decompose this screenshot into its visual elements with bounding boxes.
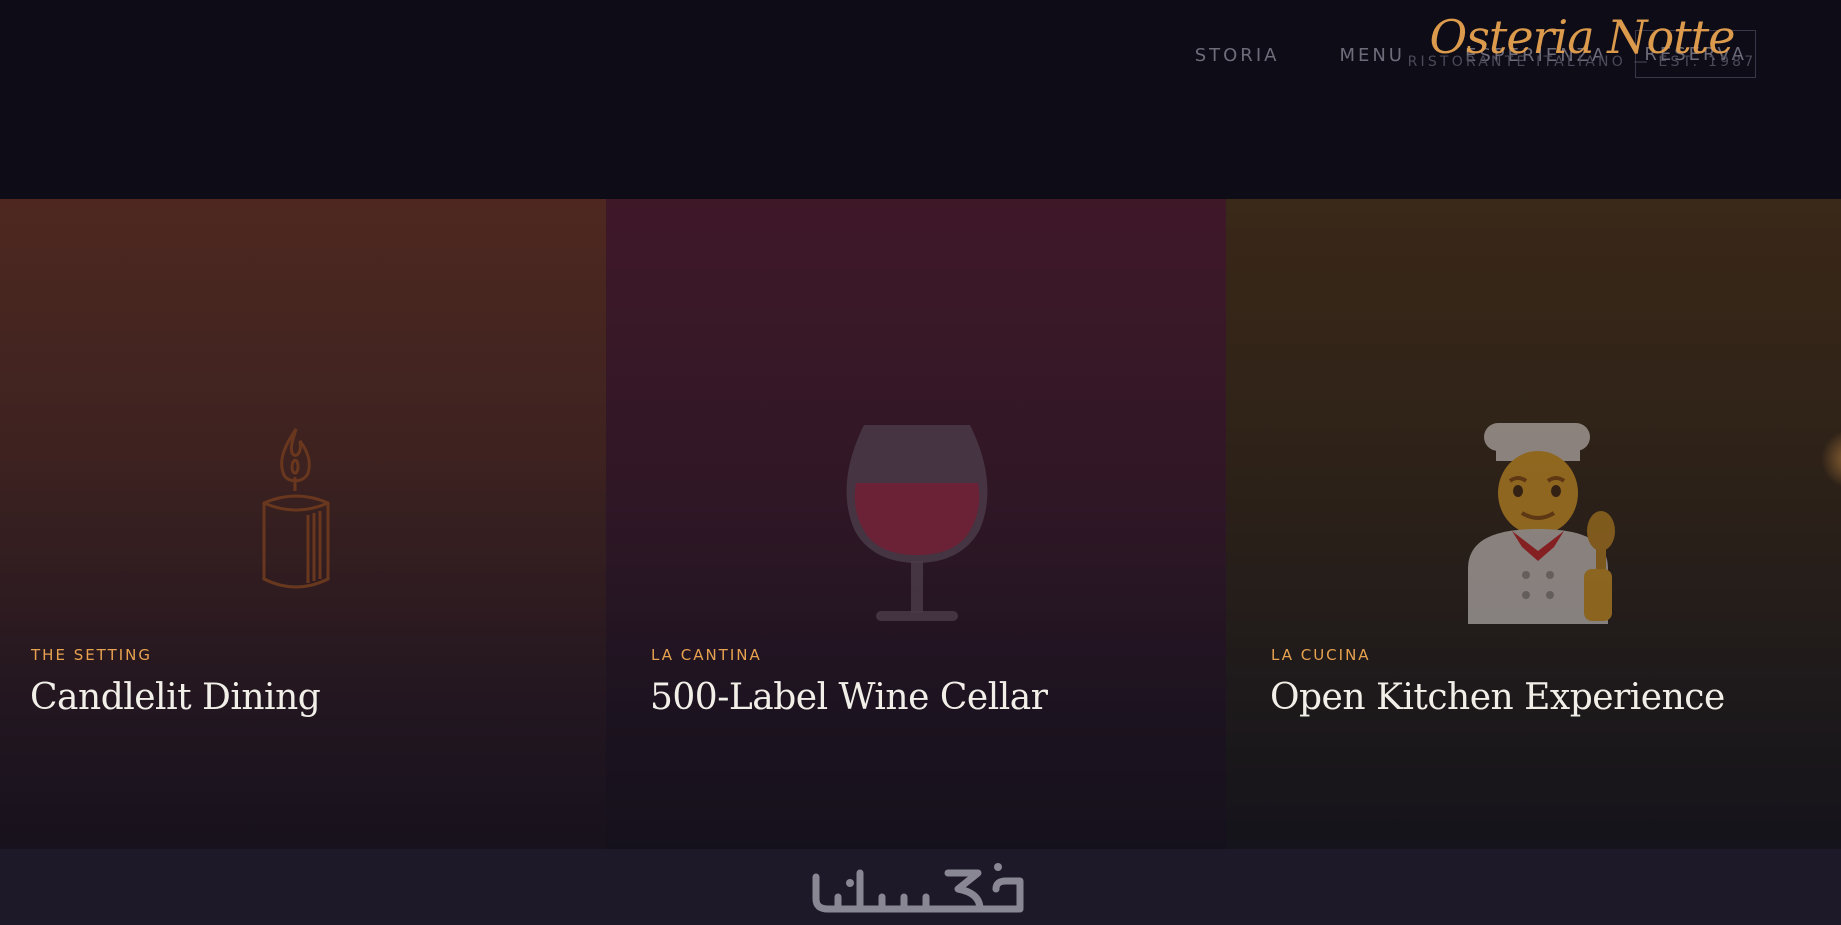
feature-panel-setting[interactable]: THE SETTING Candlelit Dining bbox=[0, 199, 606, 849]
candle-icon bbox=[262, 428, 330, 589]
page: STORIA MENU ESPERIENZA RESERVA Osteria N… bbox=[0, 0, 1841, 925]
chef-icon bbox=[1468, 423, 1615, 624]
feature-panel-cucina[interactable]: LA CUCINA Open Kitchen Experience bbox=[1226, 199, 1841, 849]
feature-eyebrow: LA CUCINA bbox=[1271, 646, 1371, 664]
khamsat-logo bbox=[812, 863, 1024, 913]
brand-name: Osteria Notte bbox=[1429, 10, 1736, 64]
site-header: STORIA MENU ESPERIENZA RESERVA Osteria N… bbox=[0, 0, 1841, 199]
feature-title: Open Kitchen Experience bbox=[1270, 677, 1725, 718]
features-section: THE SETTING Candlelit Dining LA CANTINA … bbox=[0, 199, 1841, 849]
feature-panel-cantina[interactable]: LA CANTINA 500-Label Wine Cellar bbox=[606, 199, 1226, 849]
brand-logo[interactable]: Osteria Notte RISTORANTE ITALIANO — EST.… bbox=[1407, 10, 1757, 70]
feature-eyebrow: THE SETTING bbox=[31, 646, 153, 664]
nav-link-menu[interactable]: MENU bbox=[1339, 46, 1405, 78]
glow-decoration bbox=[1821, 429, 1841, 489]
feature-title: 500-Label Wine Cellar bbox=[650, 677, 1048, 718]
wine-glass-icon bbox=[846, 425, 988, 621]
nav-link-storia[interactable]: STORIA bbox=[1195, 46, 1280, 78]
feature-eyebrow: LA CANTINA bbox=[651, 646, 762, 664]
footer-bar bbox=[0, 849, 1841, 925]
feature-title: Candlelit Dining bbox=[30, 677, 321, 718]
